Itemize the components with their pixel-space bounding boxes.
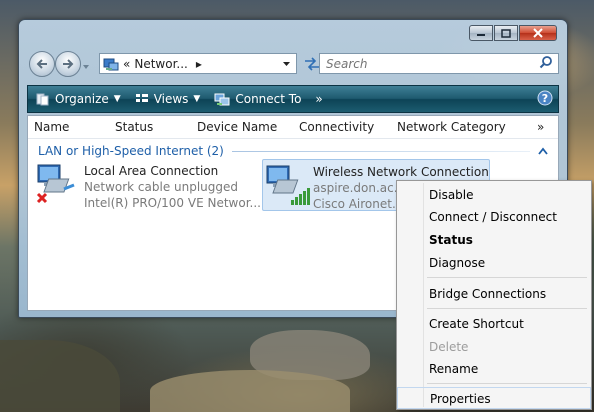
menu-separator xyxy=(427,277,587,278)
command-bar: Organize ▼ Views ▼ Connect To » ? xyxy=(27,85,559,113)
network-adapter-icon xyxy=(34,159,84,209)
recent-pages-dropdown[interactable] xyxy=(82,60,90,69)
breadcrumb-overflow[interactable]: « xyxy=(123,57,130,71)
caption-buttons xyxy=(468,25,557,41)
organize-menu[interactable]: Organize ▼ xyxy=(36,92,121,106)
search-input[interactable] xyxy=(324,55,528,72)
menu-item-connect-disconnect[interactable]: Connect / Disconnect xyxy=(397,206,591,228)
group-label: LAN or High-Speed Internet (2) xyxy=(38,144,224,158)
close-button[interactable] xyxy=(519,25,557,41)
maximize-button[interactable] xyxy=(494,25,518,41)
help-button[interactable]: ? xyxy=(537,90,553,109)
chevron-down-icon xyxy=(283,61,290,66)
navigation-bar: « Networ... ▸ xyxy=(27,51,559,77)
search-icon xyxy=(539,56,552,69)
connect-to-icon xyxy=(214,93,230,106)
column-status[interactable]: Status xyxy=(115,120,153,134)
menu-separator xyxy=(427,308,587,309)
connection-name: Wireless Network Connection xyxy=(313,165,489,179)
connection-device: Intel(R) PRO/100 VE Networ... xyxy=(84,196,261,210)
views-label: Views xyxy=(153,92,189,106)
column-network-category[interactable]: Network Category xyxy=(397,120,506,134)
menu-item-bridge-connections[interactable]: Bridge Connections xyxy=(397,283,591,305)
wireless-adapter-icon xyxy=(263,160,313,210)
maximize-icon xyxy=(501,28,511,38)
back-button[interactable] xyxy=(29,51,55,77)
breadcrumb[interactable]: Networ... xyxy=(134,57,188,71)
back-arrow-icon xyxy=(36,59,47,69)
views-icon xyxy=(135,94,148,102)
chevron-down-icon xyxy=(83,65,89,69)
forward-arrow-icon xyxy=(63,59,74,69)
column-connectivity[interactable]: Connectivity xyxy=(299,120,374,134)
connect-to-button[interactable]: Connect To xyxy=(214,92,301,106)
menu-item-rename[interactable]: Rename xyxy=(397,358,591,380)
network-folder-icon xyxy=(103,56,119,72)
breadcrumb-arrow[interactable]: ▸ xyxy=(196,57,202,71)
collapse-chevron-icon[interactable] xyxy=(538,147,548,155)
menu-item-delete: Delete xyxy=(429,340,469,354)
svg-text:?: ? xyxy=(542,92,548,105)
menu-item-create-shortcut[interactable]: Create Shortcut xyxy=(397,313,591,335)
menu-item-status[interactable]: Status xyxy=(397,229,591,251)
more-commands-button[interactable]: » xyxy=(315,92,322,106)
wallpaper-rock xyxy=(0,340,120,412)
dropdown-arrow-icon: ▼ xyxy=(193,94,201,104)
views-menu[interactable]: Views ▼ xyxy=(135,92,201,106)
more-commands-label: » xyxy=(315,92,323,106)
group-header[interactable]: LAN or High-Speed Internet (2) xyxy=(38,143,548,159)
menu-item-diagnose[interactable]: Diagnose xyxy=(397,252,591,274)
help-icon: ? xyxy=(537,90,553,105)
close-icon xyxy=(533,28,543,38)
search-box[interactable] xyxy=(319,53,559,74)
menu-item-properties[interactable]: Properties xyxy=(397,387,591,409)
minimize-icon xyxy=(477,34,485,36)
wallpaper-rock xyxy=(150,370,350,412)
forward-button[interactable] xyxy=(55,51,81,77)
search-button[interactable] xyxy=(539,55,553,72)
local-area-connection-item[interactable]: Local Area Connection Network cable unpl… xyxy=(34,159,261,211)
connection-name: Local Area Connection xyxy=(84,164,219,178)
connection-status: Network cable unplugged xyxy=(84,180,239,194)
organize-icon xyxy=(36,93,49,106)
address-dropdown[interactable] xyxy=(282,57,291,71)
column-overflow-button[interactable]: » xyxy=(537,120,544,134)
minimize-button[interactable] xyxy=(469,25,493,41)
organize-label: Organize xyxy=(55,92,109,106)
group-divider xyxy=(231,150,530,152)
context-menu: Disable Connect / Disconnect Status Diag… xyxy=(396,180,592,410)
address-bar[interactable]: « Networ... ▸ xyxy=(99,53,297,74)
dropdown-arrow-icon: ▼ xyxy=(113,94,121,104)
menu-item-disable[interactable]: Disable xyxy=(397,184,591,206)
column-header-row: Name Status Device Name Connectivity Net… xyxy=(28,116,558,139)
connect-to-label: Connect To xyxy=(235,92,302,106)
menu-separator xyxy=(427,383,587,384)
column-device-name[interactable]: Device Name xyxy=(197,120,277,134)
column-name[interactable]: Name xyxy=(34,120,69,134)
